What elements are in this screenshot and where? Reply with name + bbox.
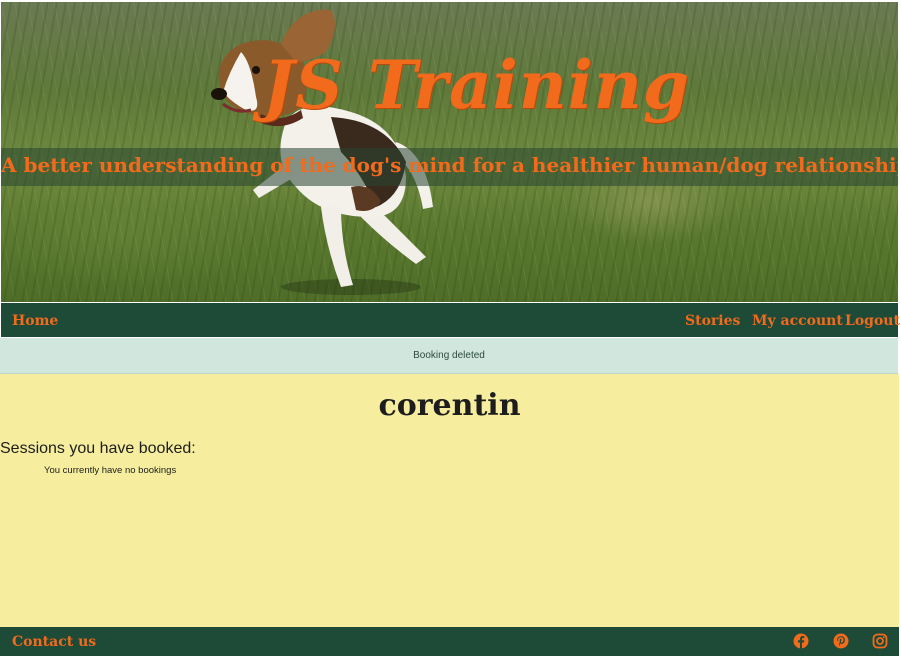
pinterest-icon[interactable] [833,633,849,649]
main-navbar: Home Stories My account Logout [1,303,900,337]
facebook-icon[interactable] [793,633,809,649]
site-title: JS Training [263,46,690,124]
hero-banner-image: JS Training A better understanding of th… [1,2,898,302]
sessions-heading: Sessions you have booked: [0,440,196,457]
instagram-icon[interactable] [872,633,888,649]
profile-username: corentin [378,388,521,423]
contact-us-link[interactable]: Contact us [12,634,96,650]
nav-stories-link[interactable]: Stories [685,313,740,329]
alert-message: Booking deleted [413,350,485,361]
nav-logout-link[interactable]: Logout [845,313,900,329]
site-tagline: A better understanding of the dog's mind… [1,153,898,177]
nav-my-account-link[interactable]: My account [752,313,843,329]
no-bookings-message: You currently have no bookings [44,465,177,476]
status-alert: Booking deleted [0,338,898,374]
site-footer: Contact us [0,627,899,656]
profile-content: corentin Sessions you have booked: You c… [0,374,899,627]
nav-home-link[interactable]: Home [12,313,58,329]
